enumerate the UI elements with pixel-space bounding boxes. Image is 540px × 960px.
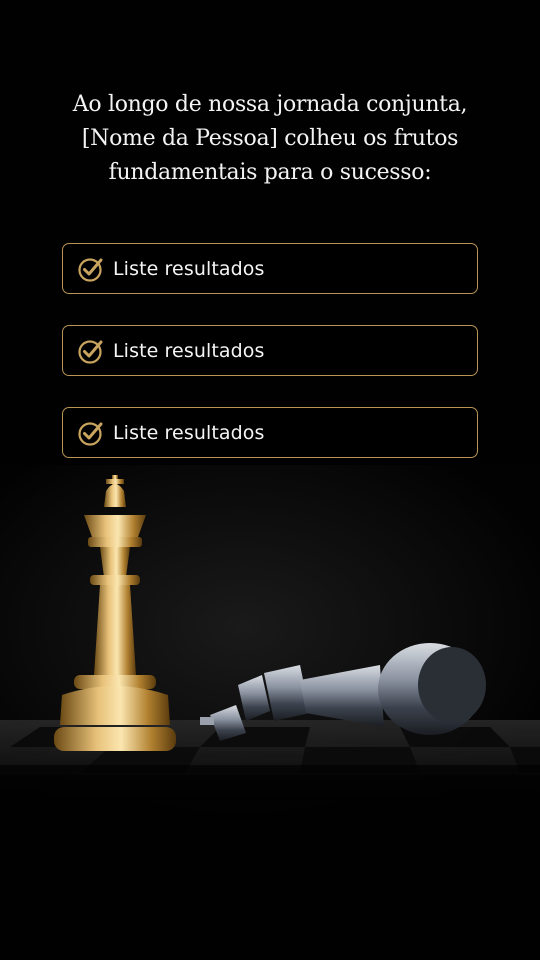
results-list: Liste resultados Liste resultados Liste … [62, 243, 478, 489]
chess-illustration [0, 465, 540, 825]
result-label: Liste resultados [113, 421, 265, 444]
result-item: Liste resultados [62, 243, 478, 294]
page: Ao longo de nossa jornada conjunta, [Nom… [0, 0, 540, 960]
result-label: Liste resultados [113, 257, 265, 280]
check-circle-icon [78, 257, 103, 282]
check-circle-icon [78, 339, 103, 364]
result-item: Liste resultados [62, 325, 478, 376]
result-label: Liste resultados [113, 339, 265, 362]
result-item: Liste resultados [62, 407, 478, 458]
chess-scene [0, 465, 540, 825]
headline-text: Ao longo de nossa jornada conjunta, [Nom… [72, 92, 468, 185]
check-circle-icon [78, 421, 103, 446]
